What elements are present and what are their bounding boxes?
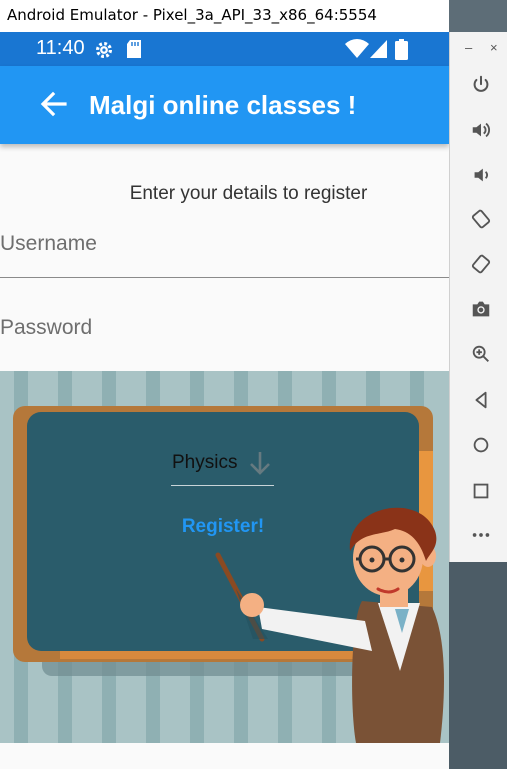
close-button[interactable]: × xyxy=(490,40,498,55)
bottom-band xyxy=(0,743,449,769)
toolbar-window-controls: – × xyxy=(450,38,507,58)
classroom-illustration xyxy=(0,371,449,743)
home-icon[interactable] xyxy=(469,433,493,457)
volume-down-icon[interactable] xyxy=(469,163,493,187)
more-icon[interactable] xyxy=(469,523,493,547)
wifi-icon xyxy=(345,39,369,58)
overview-icon[interactable] xyxy=(469,479,493,503)
register-prompt: Enter your details to register xyxy=(129,183,368,204)
minimize-button[interactable]: – xyxy=(465,40,472,55)
volume-up-icon[interactable] xyxy=(469,118,493,142)
app-title: Malgi online classes ! xyxy=(89,90,357,120)
back-arrow-icon[interactable] xyxy=(38,88,70,120)
sd-card-icon xyxy=(127,40,141,58)
desktop-background-lower xyxy=(449,562,507,769)
power-icon[interactable] xyxy=(469,73,493,97)
battery-icon xyxy=(395,39,408,60)
app-bar: Malgi online classes ! xyxy=(0,66,449,144)
register-button[interactable]: Register! xyxy=(171,516,275,538)
signal-icon xyxy=(370,40,387,58)
rotate-right-icon[interactable] xyxy=(469,252,493,276)
username-field xyxy=(0,222,449,278)
emulator-toolbar: – × xyxy=(449,32,507,562)
back-icon[interactable] xyxy=(469,388,493,412)
emulator-window-title: Android Emulator - Pixel_3a_API_33_x86_6… xyxy=(0,0,449,32)
subject-dropdown[interactable]: Physics xyxy=(171,444,274,486)
password-input[interactable] xyxy=(0,306,449,362)
zoom-icon[interactable] xyxy=(469,342,493,366)
camera-icon[interactable] xyxy=(469,297,493,321)
desktop-background xyxy=(449,0,507,32)
username-input[interactable] xyxy=(0,222,449,277)
password-field xyxy=(0,306,449,362)
rotate-left-icon[interactable] xyxy=(469,207,493,231)
arrow-down-icon xyxy=(250,452,270,475)
settings-gear-icon xyxy=(95,41,113,59)
status-bar: 11:40 xyxy=(0,32,449,66)
subject-dropdown-value: Physics xyxy=(172,452,238,473)
status-time: 11:40 xyxy=(36,37,85,59)
phone-screen: 11:40 Malgi online classes ! Enter your … xyxy=(0,32,449,769)
